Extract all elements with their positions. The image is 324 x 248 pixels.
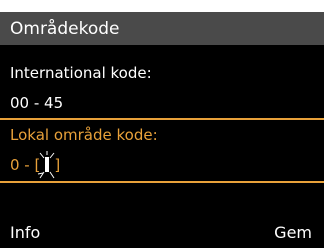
local-code-input[interactable]: 0 - [] (10, 151, 60, 179)
international-code-value: 00 - 45 (10, 94, 64, 112)
field-separator-top (0, 118, 324, 120)
display-screen: Områdekode International kode: 00 - 45 L… (0, 12, 324, 248)
info-softkey[interactable]: Info (10, 223, 40, 242)
save-softkey[interactable]: Gem (274, 223, 312, 242)
field-separator-bottom (0, 181, 324, 183)
page-title: Områdekode (0, 12, 324, 45)
international-code-label: International kode: (10, 64, 152, 82)
blinking-cursor-icon (38, 151, 55, 179)
local-code-label: Lokal område kode: (10, 126, 158, 144)
